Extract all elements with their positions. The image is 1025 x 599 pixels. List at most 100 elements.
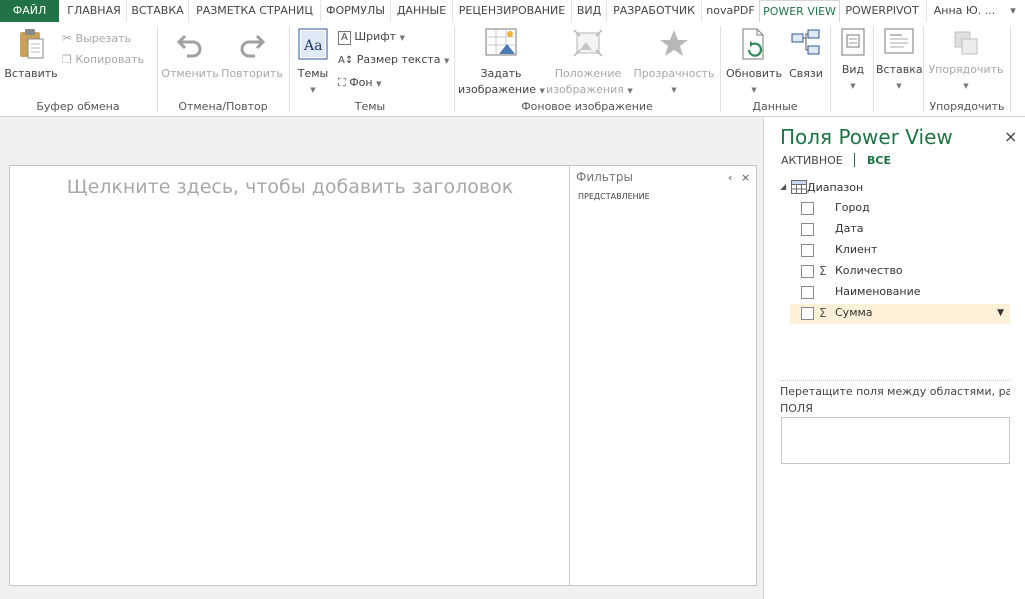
user-account-chevron-icon[interactable]: ▾ bbox=[1003, 0, 1023, 22]
themes-icon: Aa bbox=[298, 28, 328, 60]
set-image-dropdown-icon: ▼ bbox=[539, 87, 545, 95]
image-position-button[interactable]: Положение изображения ▼ bbox=[546, 26, 633, 99]
sigma-icon: Σ bbox=[819, 264, 827, 278]
group-divider bbox=[1010, 26, 1011, 112]
drop-areas-hint: Перетащите поля между областями, располо… bbox=[780, 380, 1010, 398]
field-row-hovered[interactable]: Σ Сумма ▼ bbox=[790, 304, 1010, 324]
refresh-dropdown-icon: ▼ bbox=[751, 86, 757, 94]
paste-button[interactable]: Вставить bbox=[2, 26, 60, 82]
tab-novapdf[interactable]: novaPDF bbox=[701, 0, 759, 22]
set-image-label-1: Задать bbox=[480, 67, 522, 80]
tab-home[interactable]: ГЛАВНАЯ bbox=[62, 0, 126, 22]
redo-button[interactable]: Повторить bbox=[221, 26, 283, 82]
filters-close-icon[interactable]: × bbox=[741, 171, 750, 184]
cut-label: Вырезать bbox=[75, 32, 132, 45]
paste-icon bbox=[14, 26, 48, 62]
user-account-name[interactable]: Анна Ю. ... bbox=[926, 0, 1002, 22]
refresh-button[interactable]: Обновить ▼ bbox=[724, 26, 784, 98]
field-checkbox[interactable] bbox=[801, 307, 814, 320]
report-canvas[interactable]: Щелкните здесь, чтобы добавить заголовок… bbox=[9, 165, 757, 586]
font-label: Шрифт bbox=[354, 30, 397, 43]
field-name: Город bbox=[835, 201, 870, 214]
set-image-label-2: изображение bbox=[458, 83, 537, 96]
undo-button[interactable]: Отменить bbox=[160, 26, 220, 82]
tab-powerpivot[interactable]: POWERPIVOT bbox=[840, 0, 924, 22]
insert-icon bbox=[884, 28, 914, 58]
tab-insert[interactable]: ВСТАВКА bbox=[126, 0, 188, 22]
view-button[interactable]: Вид ▼ bbox=[834, 26, 872, 94]
font-dropdown-icon: ▼ bbox=[399, 34, 405, 42]
table-icon bbox=[791, 180, 807, 194]
text-size-label: Размер текста bbox=[356, 53, 441, 66]
relationships-button[interactable]: Связи bbox=[785, 26, 827, 82]
field-row[interactable]: Город bbox=[790, 199, 1010, 219]
view-dropdown-icon: ▼ bbox=[850, 82, 856, 90]
tab-page-layout[interactable]: РАЗМЕТКА СТРАНИЦ bbox=[188, 0, 320, 22]
field-name: Сумма bbox=[835, 306, 873, 319]
paint-bucket-icon: ⛶ bbox=[338, 76, 346, 89]
text-size-button[interactable]: A↕ Размер текста ▼ bbox=[338, 52, 449, 69]
paste-label: Вставить bbox=[4, 67, 58, 80]
background-button[interactable]: ⛶ Фон ▼ bbox=[338, 75, 382, 92]
transparency-label: Прозрачность bbox=[633, 67, 715, 80]
tab-view[interactable]: ВИД bbox=[571, 0, 606, 22]
filters-view-tab[interactable]: ПРЕДСТАВЛЕНИЕ bbox=[578, 192, 650, 201]
ribbon: Вставить ✂ Вырезать ❐ Копировать Буфер о… bbox=[0, 22, 1025, 117]
relationships-icon bbox=[791, 28, 821, 60]
themes-label: Темы bbox=[297, 67, 329, 80]
ribbon-tab-bar: ФАЙЛ ГЛАВНАЯ ВСТАВКА РАЗМЕТКА СТРАНИЦ ФО… bbox=[0, 0, 1025, 23]
themes-button[interactable]: Aa Темы ▼ bbox=[294, 26, 332, 98]
tab-developer[interactable]: РАЗРАБОТЧИК bbox=[606, 0, 701, 22]
tab-file[interactable]: ФАЙЛ bbox=[0, 0, 59, 22]
tab-divider bbox=[854, 153, 855, 167]
tab-review[interactable]: РЕЦЕНЗИРОВАНИЕ bbox=[452, 0, 571, 22]
power-view-workspace: Щелкните здесь, чтобы добавить заголовок… bbox=[0, 117, 763, 599]
pane-close-icon[interactable]: × bbox=[1004, 127, 1017, 146]
field-name: Количество bbox=[835, 264, 903, 277]
font-button[interactable]: A Шрифт ▼ bbox=[338, 29, 405, 46]
tab-formulas[interactable]: ФОРМУЛЫ bbox=[320, 0, 390, 22]
field-checkbox[interactable] bbox=[801, 223, 814, 236]
field-name: Дата bbox=[835, 222, 864, 235]
field-checkbox[interactable] bbox=[801, 265, 814, 278]
set-image-button[interactable]: Задать изображение ▼ bbox=[458, 26, 545, 99]
arrange-label: Упорядочить bbox=[928, 63, 1004, 76]
arrange-button[interactable]: Упорядочить ▼ bbox=[926, 26, 1006, 94]
field-dropdown-icon[interactable]: ▼ bbox=[997, 308, 1004, 318]
field-checkbox[interactable] bbox=[801, 286, 814, 299]
transparency-button[interactable]: Прозрачность ▼ bbox=[632, 26, 716, 98]
text-size-icon: A↕ bbox=[338, 55, 354, 66]
field-row[interactable]: Клиент bbox=[790, 241, 1010, 261]
themes-dropdown-icon: ▼ bbox=[310, 86, 316, 94]
tab-active-fields[interactable]: АКТИВНОЕ bbox=[781, 154, 843, 167]
field-checkbox[interactable] bbox=[801, 244, 814, 257]
arrange-icon bbox=[951, 28, 981, 58]
star-icon bbox=[658, 28, 690, 58]
fields-drop-zone[interactable] bbox=[781, 417, 1010, 464]
field-row[interactable]: Σ Количество bbox=[790, 262, 1010, 282]
tab-data[interactable]: ДАННЫЕ bbox=[390, 0, 452, 22]
pane-title: Поля Power View bbox=[780, 125, 953, 149]
undo-icon bbox=[175, 26, 205, 62]
bgimage-group-label: Фоновое изображение bbox=[521, 100, 653, 113]
field-checkbox[interactable] bbox=[801, 202, 814, 215]
group-divider bbox=[873, 26, 874, 112]
tab-all-fields[interactable]: ВСЕ bbox=[867, 154, 891, 167]
set-image-icon bbox=[485, 28, 517, 58]
undo-group-label: Отмена/Повтор bbox=[178, 100, 268, 113]
copy-button[interactable]: ❐ Копировать bbox=[62, 52, 144, 68]
refresh-icon bbox=[740, 28, 768, 60]
data-group-label: Данные bbox=[752, 100, 798, 113]
field-row[interactable]: Наименование bbox=[790, 283, 1010, 303]
svg-text:Aa: Aa bbox=[303, 38, 322, 54]
filters-title: Фильтры bbox=[576, 170, 633, 184]
report-title-placeholder[interactable]: Щелкните здесь, чтобы добавить заголовок bbox=[10, 176, 570, 198]
field-row[interactable]: Дата bbox=[790, 220, 1010, 240]
filters-collapse-icon[interactable]: ‹ bbox=[728, 171, 732, 184]
image-position-label-2: изображения bbox=[546, 83, 624, 96]
tab-power-view[interactable]: POWER VIEW bbox=[759, 0, 840, 23]
insert-button[interactable]: Вставка ▼ bbox=[876, 26, 923, 94]
collapse-triangle-icon[interactable]: ◢ bbox=[780, 182, 786, 191]
cut-button[interactable]: ✂ Вырезать bbox=[62, 30, 131, 47]
arrange-dropdown-icon: ▼ bbox=[963, 82, 969, 90]
